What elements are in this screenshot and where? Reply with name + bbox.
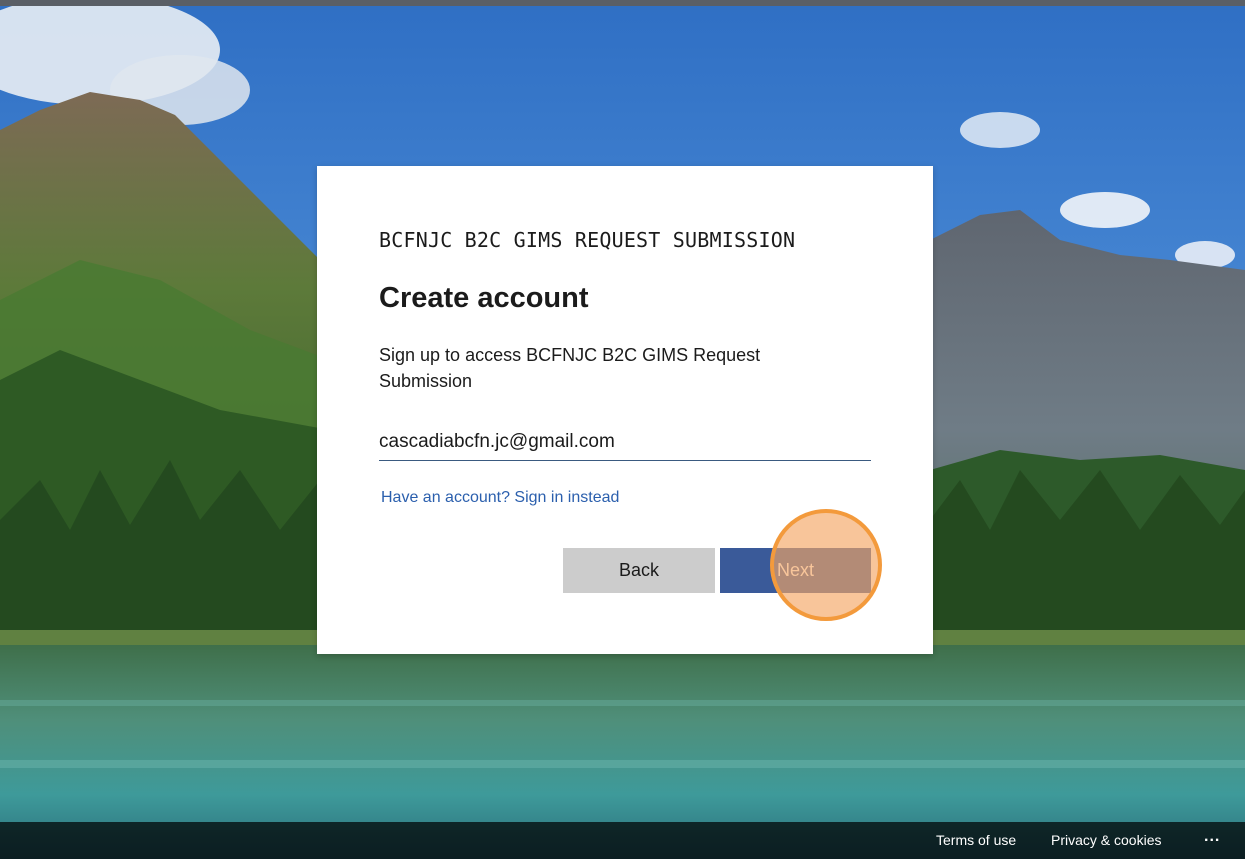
privacy-cookies-link[interactable]: Privacy & cookies [1051,832,1161,848]
sign-up-screen: BCFNJC B2C GIMS REQUEST SUBMISSION Creat… [0,0,1245,859]
description-text: Sign up to access BCFNJC B2C GIMS Reques… [379,345,761,391]
app-title: BCFNJC B2C GIMS REQUEST SUBMISSION [379,228,796,252]
window-top-border [0,0,1245,6]
more-options-icon[interactable]: ... [1204,828,1220,846]
terms-of-use-link[interactable]: Terms of use [936,832,1016,848]
create-account-card: BCFNJC B2C GIMS REQUEST SUBMISSION Creat… [317,166,933,654]
footer-bar: Terms of use Privacy & cookies ... [0,822,1245,859]
email-field[interactable] [379,424,871,461]
sign-in-instead-link[interactable]: Have an account? Sign in instead [381,489,619,507]
back-button[interactable]: Back [563,548,715,593]
next-button[interactable]: Next [720,548,871,593]
page-heading: Create account [379,282,589,314]
